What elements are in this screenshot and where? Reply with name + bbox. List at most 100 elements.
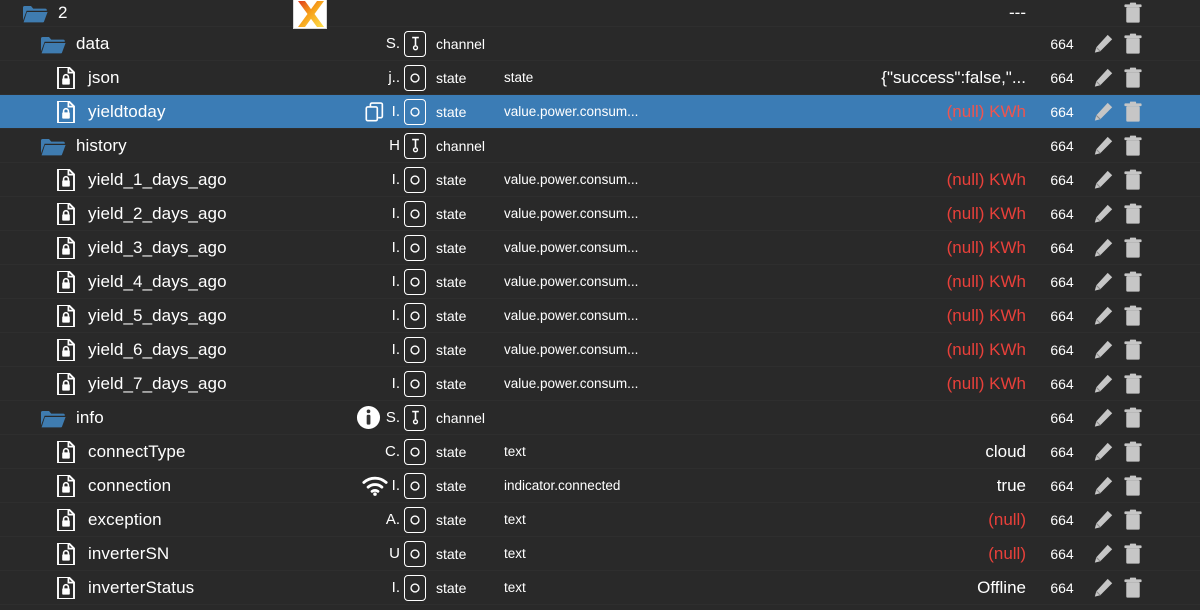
- row-actions[interactable]: [1088, 440, 1152, 464]
- table-row[interactable]: yield_3_days_agoI.statevalue.power.consu…: [0, 231, 1200, 265]
- edit-pencil-icon[interactable]: [1092, 66, 1114, 90]
- table-row[interactable]: inverterSNUstatetext(null)664: [0, 537, 1200, 571]
- folder-icon[interactable]: [40, 135, 66, 157]
- edit-pencil-icon[interactable]: [1092, 270, 1114, 294]
- table-row[interactable]: yield_2_days_agoI.statevalue.power.consu…: [0, 197, 1200, 231]
- delete-trash-icon[interactable]: [1122, 1, 1144, 25]
- row-name-cell[interactable]: inverterStatus: [0, 577, 300, 599]
- row-name-cell[interactable]: yield_1_days_ago: [0, 169, 300, 191]
- row-actions[interactable]: [1088, 1, 1152, 25]
- delete-trash-icon[interactable]: [1122, 66, 1144, 90]
- row-actions[interactable]: [1088, 508, 1152, 532]
- row-name-cell[interactable]: data: [0, 33, 300, 55]
- delete-trash-icon[interactable]: [1122, 304, 1144, 328]
- edit-pencil-icon[interactable]: [1092, 576, 1114, 600]
- row-name-cell[interactable]: inverterSN: [0, 543, 300, 565]
- row-actions[interactable]: [1088, 338, 1152, 362]
- delete-trash-icon[interactable]: [1122, 474, 1144, 498]
- permissions-value: 664: [1036, 308, 1088, 324]
- edit-pencil-icon[interactable]: [1092, 236, 1114, 260]
- row-name-cell[interactable]: yield_3_days_ago: [0, 237, 300, 259]
- row-name-cell[interactable]: info: [0, 407, 300, 429]
- row-actions[interactable]: [1088, 202, 1152, 226]
- row-actions[interactable]: [1088, 304, 1152, 328]
- delete-trash-icon[interactable]: [1122, 134, 1144, 158]
- edit-pencil-icon[interactable]: [1092, 474, 1114, 498]
- table-row[interactable]: yield_5_days_agoI.statevalue.power.consu…: [0, 299, 1200, 333]
- row-type-cell: I.: [300, 99, 430, 125]
- delete-trash-icon[interactable]: [1122, 576, 1144, 600]
- object-tree-table[interactable]: 2 --- dataS.channel664jsonj..statestate{"s…: [0, 0, 1200, 610]
- row-actions[interactable]: [1088, 168, 1152, 192]
- delete-trash-icon[interactable]: [1122, 202, 1144, 226]
- edit-pencil-icon[interactable]: [1092, 406, 1114, 430]
- row-actions[interactable]: [1088, 270, 1152, 294]
- edit-pencil-icon[interactable]: [1092, 338, 1114, 362]
- row-actions[interactable]: [1088, 134, 1152, 158]
- row-actions[interactable]: [1088, 66, 1152, 90]
- row-name-cell[interactable]: connectType: [0, 441, 300, 463]
- delete-trash-icon[interactable]: [1122, 100, 1144, 124]
- row-type-cell: I.: [300, 371, 430, 397]
- table-row[interactable]: exceptionA.statetext(null)664: [0, 503, 1200, 537]
- adapter-abbrev: I.: [392, 375, 400, 392]
- row-name-cell[interactable]: json: [0, 67, 300, 89]
- edit-pencil-icon[interactable]: [1092, 372, 1114, 396]
- object-value: ---: [726, 3, 1036, 23]
- row-name-cell[interactable]: yield_4_days_ago: [0, 271, 300, 293]
- table-row[interactable]: jsonj..statestate{"success":false,"...66…: [0, 61, 1200, 95]
- table-row[interactable]: yield_4_days_agoI.statevalue.power.consu…: [0, 265, 1200, 299]
- edit-pencil-icon[interactable]: [1092, 32, 1114, 56]
- folder-icon[interactable]: [40, 33, 66, 55]
- table-row[interactable]: connectionI.stateindicator.connectedtrue…: [0, 469, 1200, 503]
- row-name-cell[interactable]: yield_7_days_ago: [0, 373, 300, 395]
- edit-pencil-icon[interactable]: [1092, 134, 1114, 158]
- folder-icon[interactable]: [40, 407, 66, 429]
- row-actions[interactable]: [1088, 406, 1152, 430]
- delete-trash-icon[interactable]: [1122, 508, 1144, 532]
- row-actions[interactable]: [1088, 542, 1152, 566]
- table-row[interactable]: yield_7_days_agoI.statevalue.power.consu…: [0, 367, 1200, 401]
- edit-pencil-icon[interactable]: [1092, 100, 1114, 124]
- row-actions[interactable]: [1088, 236, 1152, 260]
- row-name-cell[interactable]: exception: [0, 509, 300, 531]
- edit-pencil-icon[interactable]: [1092, 542, 1114, 566]
- delete-trash-icon[interactable]: [1122, 406, 1144, 430]
- edit-pencil-icon[interactable]: [1092, 202, 1114, 226]
- row-name-cell[interactable]: connection: [0, 475, 300, 497]
- edit-pencil-icon[interactable]: [1092, 168, 1114, 192]
- row-actions[interactable]: [1088, 474, 1152, 498]
- delete-trash-icon[interactable]: [1122, 32, 1144, 56]
- edit-pencil-icon[interactable]: [1092, 440, 1114, 464]
- row-actions[interactable]: [1088, 100, 1152, 124]
- delete-trash-icon[interactable]: [1122, 236, 1144, 260]
- delete-trash-icon[interactable]: [1122, 168, 1144, 192]
- row-actions[interactable]: [1088, 32, 1152, 56]
- row-actions[interactable]: [1088, 576, 1152, 600]
- folder-icon[interactable]: [22, 2, 48, 24]
- row-name-cell[interactable]: yield_5_days_ago: [0, 305, 300, 327]
- table-row[interactable]: yield_6_days_agoI.statevalue.power.consu…: [0, 333, 1200, 367]
- table-row[interactable]: infoS.channel664: [0, 401, 1200, 435]
- row-name-cell[interactable]: yieldtoday: [0, 101, 300, 123]
- table-row[interactable]: 2 ---: [0, 0, 1200, 27]
- copy-icon[interactable]: [362, 99, 388, 125]
- delete-trash-icon[interactable]: [1122, 542, 1144, 566]
- row-name-cell[interactable]: yield_2_days_ago: [0, 203, 300, 225]
- row-name-cell[interactable]: history: [0, 135, 300, 157]
- edit-pencil-icon[interactable]: [1092, 304, 1114, 328]
- delete-trash-icon[interactable]: [1122, 270, 1144, 294]
- delete-trash-icon[interactable]: [1122, 372, 1144, 396]
- delete-trash-icon[interactable]: [1122, 440, 1144, 464]
- row-name-cell[interactable]: 2: [0, 2, 300, 24]
- delete-trash-icon[interactable]: [1122, 338, 1144, 362]
- table-row[interactable]: connectTypeC.statetextcloud664: [0, 435, 1200, 469]
- edit-pencil-icon[interactable]: [1092, 508, 1114, 532]
- table-row[interactable]: dataS.channel664: [0, 27, 1200, 61]
- table-row[interactable]: historyHchannel664: [0, 129, 1200, 163]
- table-row[interactable]: inverterStatusI.statetextOffline664: [0, 571, 1200, 605]
- table-row[interactable]: yieldtodayI.statevalue.power.consum...(n…: [0, 95, 1200, 129]
- table-row[interactable]: yield_1_days_agoI.statevalue.power.consu…: [0, 163, 1200, 197]
- row-actions[interactable]: [1088, 372, 1152, 396]
- row-name-cell[interactable]: yield_6_days_ago: [0, 339, 300, 361]
